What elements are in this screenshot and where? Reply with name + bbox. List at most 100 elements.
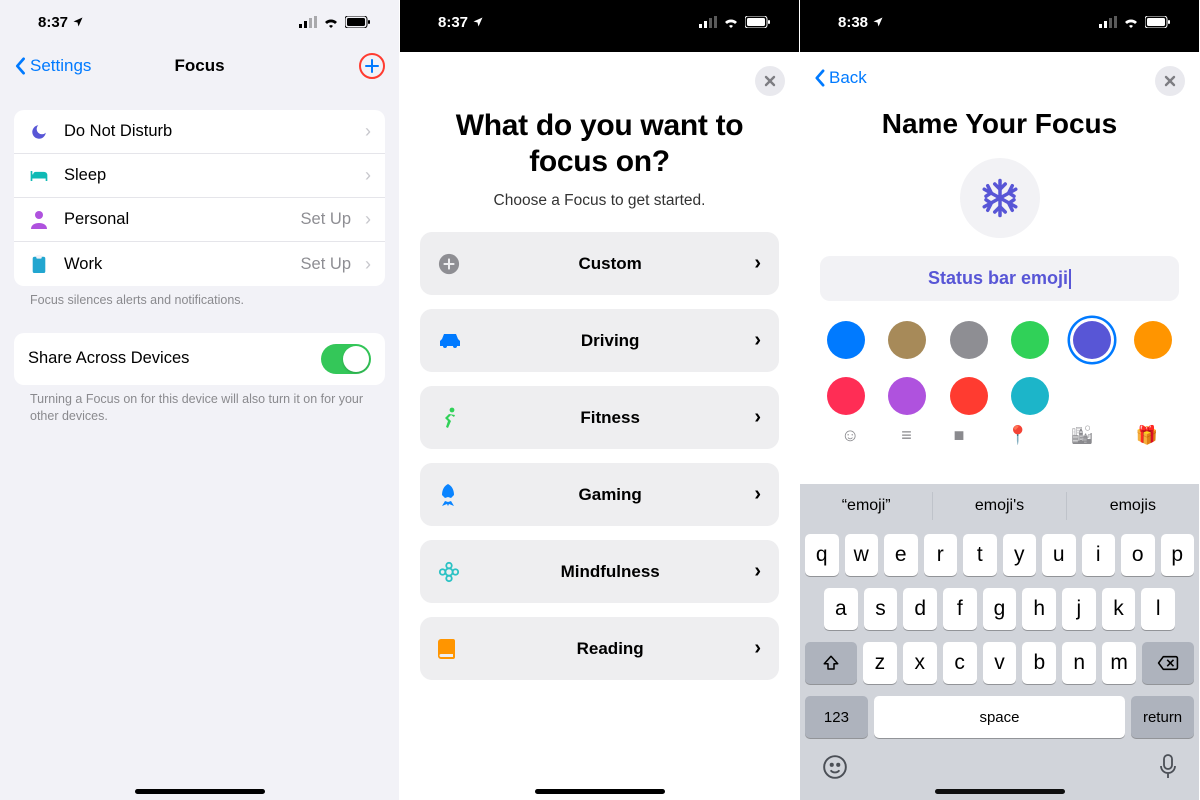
key-u[interactable]: u [1042,534,1076,576]
name-focus-screen: 8:38 Back Name Your Focus Status bar emo… [800,0,1200,800]
status-time: 8:37 [38,14,68,31]
cellular-icon [299,16,317,28]
focus-option-reading[interactable]: Reading › [420,617,779,680]
key-e[interactable]: e [884,534,918,576]
key-v[interactable]: v [983,642,1017,684]
status-bar: 8:37 [0,0,399,44]
color-swatch[interactable] [1011,377,1049,415]
home-indicator[interactable] [135,789,265,794]
focus-option-custom[interactable]: Custom › [420,232,779,295]
rocket-icon [438,484,466,506]
focus-option-driving[interactable]: Driving › [420,309,779,372]
glyph-option[interactable]: ■ [954,425,965,446]
option-label: Gaming [466,485,754,505]
home-indicator[interactable] [535,789,665,794]
location-icon [872,16,884,28]
key-l[interactable]: l [1141,588,1175,630]
shift-key[interactable] [805,642,857,684]
back-label: Back [829,68,867,88]
add-focus-button[interactable] [359,53,385,79]
choose-focus-screen: 8:37 What do you want to focus on? Choos… [400,0,800,800]
focus-mode-row[interactable]: Sleep › [14,154,385,198]
focus-mode-row[interactable]: Do Not Disturb › [14,110,385,154]
focus-option-fitness[interactable]: Fitness › [420,386,779,449]
focus-mode-row[interactable]: Personal Set Up › [14,198,385,242]
key-m[interactable]: m [1102,642,1136,684]
focus-mode-detail: Set Up [301,210,351,229]
bed-icon [28,169,50,183]
key-r[interactable]: r [924,534,958,576]
share-toggle[interactable] [321,344,371,374]
option-label: Custom [466,254,754,274]
backspace-key[interactable] [1142,642,1194,684]
nav-bar: Settings Focus [0,44,399,88]
focus-option-mindfulness[interactable]: Mindfulness › [420,540,779,603]
close-button[interactable] [1155,66,1185,96]
sheet-subtitle: Choose a Focus to get started. [430,192,769,210]
chevron-right-icon: › [365,121,371,142]
key-f[interactable]: f [943,588,977,630]
cellular-icon [699,16,717,28]
key-k[interactable]: k [1102,588,1136,630]
chevron-right-icon: › [365,254,371,275]
suggestion[interactable]: “emoji” [800,484,932,528]
focus-icon-preview[interactable] [960,158,1040,238]
emoji-key[interactable] [822,754,848,780]
glyph-option[interactable]: 🎁 [1136,425,1158,446]
key-h[interactable]: h [1022,588,1056,630]
key-q[interactable]: q [805,534,839,576]
glyph-option[interactable]: 🏙 [1071,425,1094,446]
plus-circle-icon [438,253,466,275]
battery-icon [345,16,371,28]
color-swatch[interactable] [1011,321,1049,359]
color-swatch[interactable] [827,377,865,415]
key-o[interactable]: o [1121,534,1155,576]
key-c[interactable]: c [943,642,977,684]
color-swatch[interactable] [888,321,926,359]
close-button[interactable] [755,66,785,96]
back-button[interactable]: Settings [14,56,91,76]
back-button[interactable]: Back [814,68,867,88]
suggestion[interactable]: emoji's [932,492,1065,520]
moon-icon [28,123,50,141]
glyph-option[interactable]: 📍 [1006,425,1028,446]
key-p[interactable]: p [1161,534,1195,576]
backspace-icon [1157,655,1179,671]
focus-name-input[interactable]: Status bar emoji [820,256,1179,301]
key-n[interactable]: n [1062,642,1096,684]
dictation-key[interactable] [1159,754,1177,780]
runner-icon [438,407,466,429]
location-icon [72,16,84,28]
plus-icon [364,58,380,74]
key-j[interactable]: j [1062,588,1096,630]
key-a[interactable]: a [824,588,858,630]
key-d[interactable]: d [903,588,937,630]
color-swatch[interactable] [827,321,865,359]
color-swatch[interactable] [888,377,926,415]
key-i[interactable]: i [1082,534,1116,576]
glyph-option[interactable]: ☺ [841,425,859,446]
color-swatch[interactable] [950,321,988,359]
key-b[interactable]: b [1022,642,1056,684]
color-swatch[interactable] [1134,321,1172,359]
numbers-key[interactable]: 123 [805,696,868,738]
focus-option-gaming[interactable]: Gaming › [420,463,779,526]
space-key[interactable]: space [874,696,1125,738]
lotus-icon [438,561,466,583]
color-swatch[interactable] [950,377,988,415]
key-s[interactable]: s [864,588,898,630]
key-z[interactable]: z [863,642,897,684]
return-key[interactable]: return [1131,696,1194,738]
home-indicator[interactable] [935,789,1065,794]
status-bar: 8:37 [400,0,799,44]
suggestion[interactable]: emojis [1066,492,1199,520]
focus-mode-row[interactable]: Work Set Up › [14,242,385,286]
status-time: 8:37 [438,14,468,31]
key-g[interactable]: g [983,588,1017,630]
glyph-option[interactable]: ≡ [901,425,912,446]
color-swatch[interactable] [1073,321,1111,359]
key-w[interactable]: w [845,534,879,576]
key-y[interactable]: y [1003,534,1037,576]
key-x[interactable]: x [903,642,937,684]
key-t[interactable]: t [963,534,997,576]
